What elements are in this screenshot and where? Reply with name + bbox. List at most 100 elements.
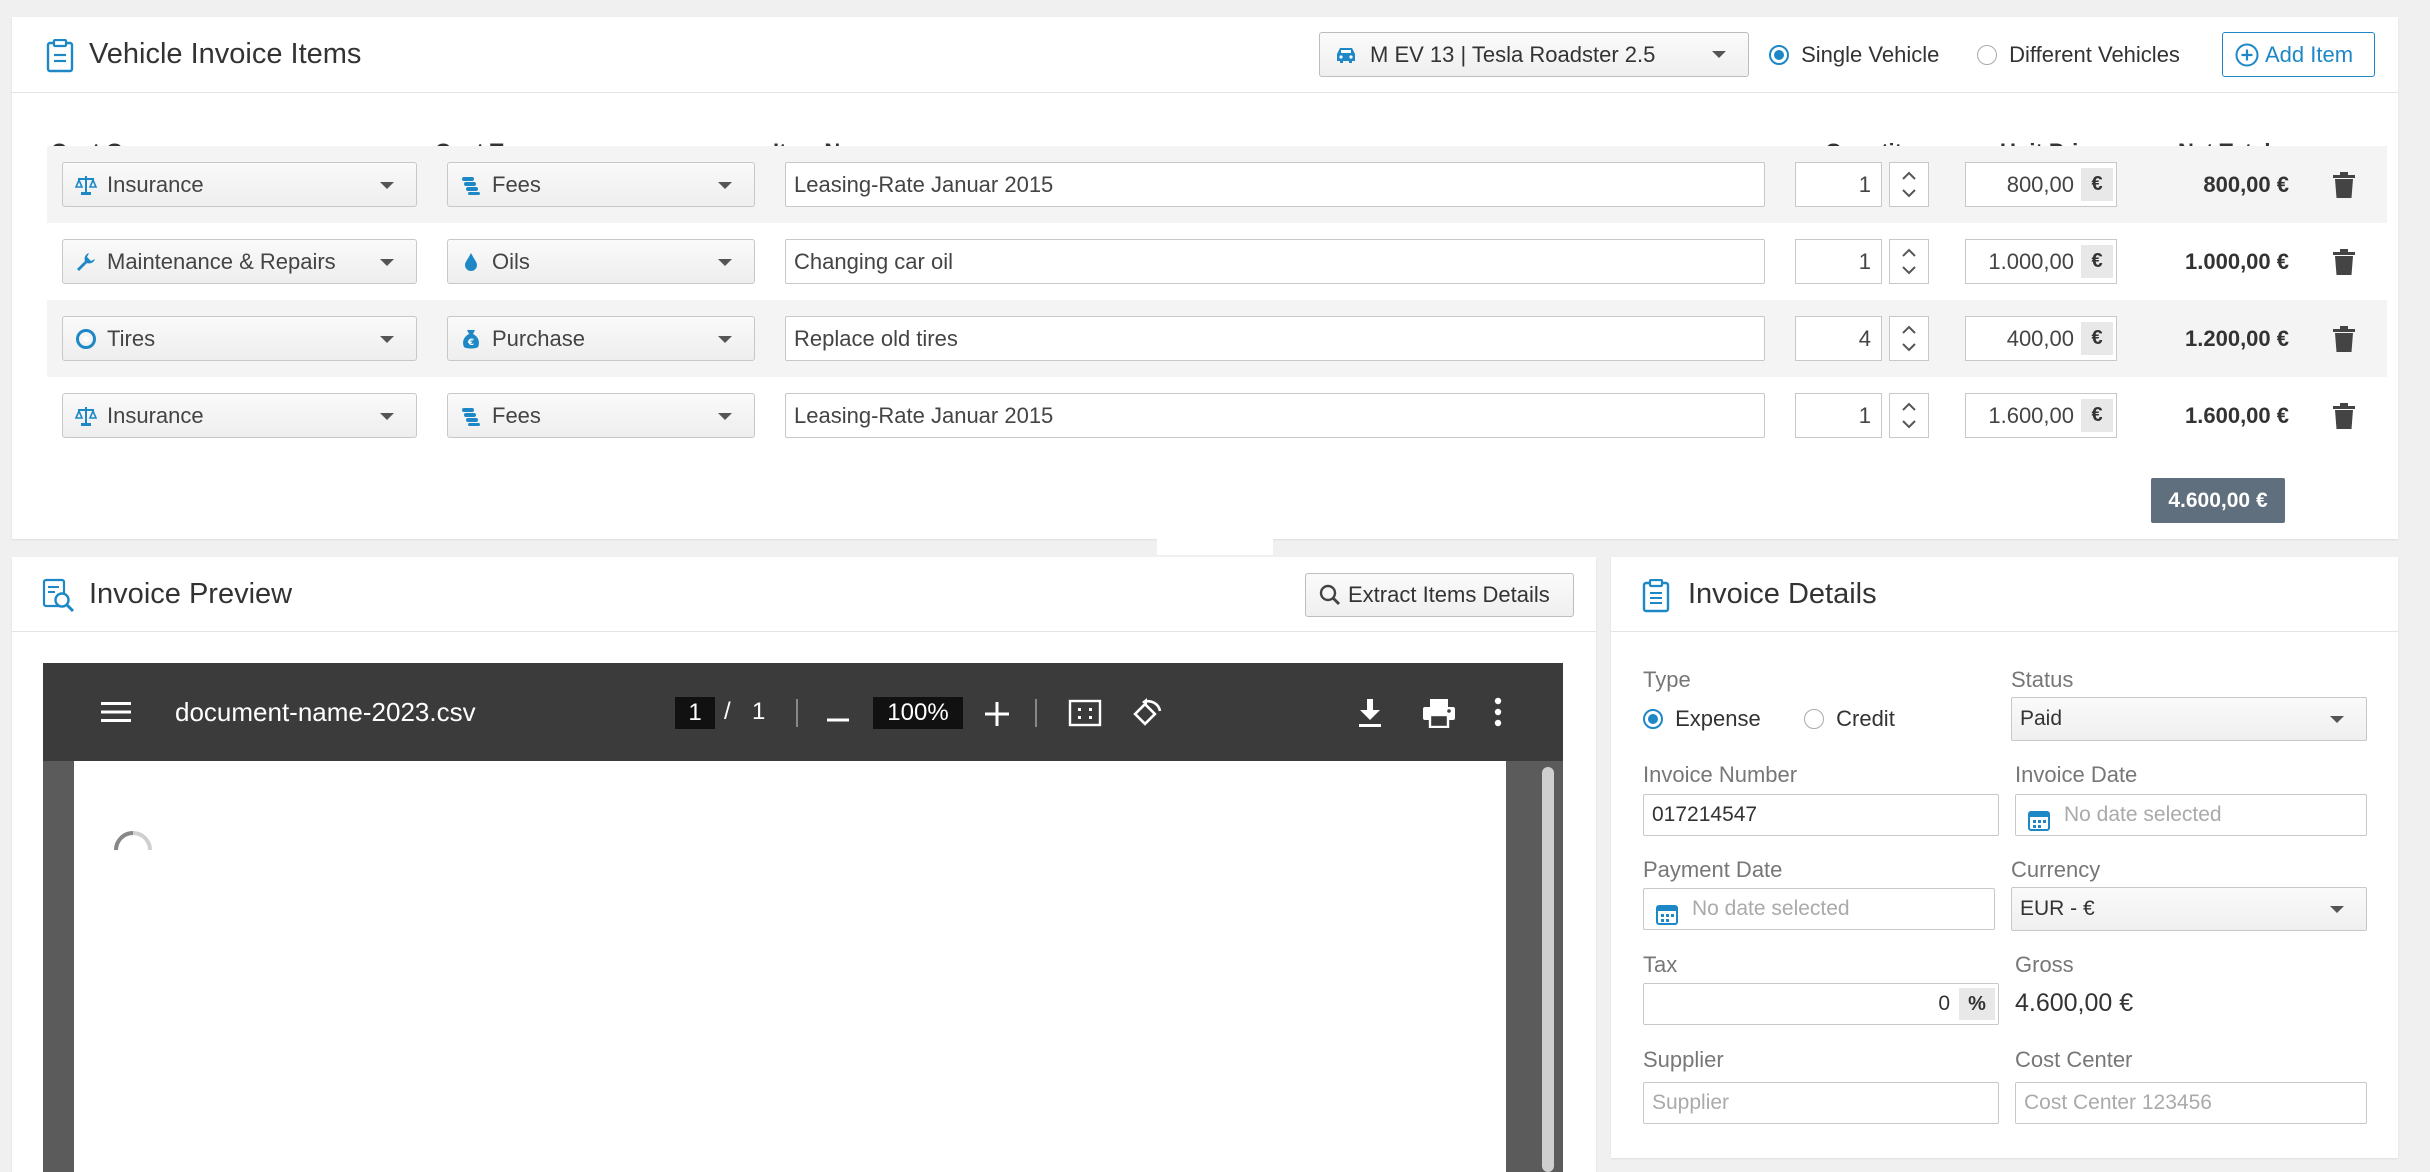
quantity-stepper[interactable] xyxy=(1889,239,1929,284)
trash-icon[interactable] xyxy=(2333,403,2355,434)
type-expense-radio[interactable]: Expense xyxy=(1643,705,1761,732)
extract-items-button[interactable]: Extract Items Details xyxy=(1305,573,1574,617)
tax-label: Tax xyxy=(1643,952,1678,977)
cost-center-field[interactable]: Cost Center 123456 xyxy=(2015,1082,2367,1124)
overlay-patch xyxy=(1157,450,1273,555)
status-select-value: Paid xyxy=(2020,707,2063,730)
pdf-scrollbar[interactable] xyxy=(1542,767,1554,1172)
print-icon[interactable] xyxy=(1422,698,1456,733)
more-options-icon[interactable] xyxy=(1494,697,1502,732)
zoom-out-icon[interactable] xyxy=(827,710,849,728)
cost-group-select[interactable]: Tires xyxy=(62,316,417,361)
quantity-input[interactable]: 4 xyxy=(1795,316,1882,361)
unit-price-input[interactable]: 400,00 € xyxy=(1965,316,2117,361)
cost-group-value: Insurance xyxy=(107,171,204,197)
cost-group-value: Tires xyxy=(107,325,156,351)
invoice-date-placeholder: No date selected xyxy=(2064,803,2222,826)
toolbar-divider xyxy=(796,699,798,727)
net-total-value: 800,00 € xyxy=(2203,172,2289,197)
cost-type-select[interactable]: € Purchase xyxy=(447,316,755,361)
supplier-field[interactable]: Supplier xyxy=(1643,1082,1999,1124)
unit-price-input[interactable]: 1.600,00 € xyxy=(1965,393,2117,438)
vehicle-select[interactable]: M EV 13 | Tesla Roadster 2.5 xyxy=(1319,32,1749,77)
cost-group-select[interactable]: Insurance xyxy=(62,162,417,207)
quantity-input[interactable]: 1 xyxy=(1795,239,1882,284)
radio-single-vehicle[interactable]: Single Vehicle xyxy=(1769,41,1939,68)
pdf-page-separator: / xyxy=(724,698,731,725)
payment-date-placeholder: No date selected xyxy=(1692,897,1850,920)
quantity-stepper[interactable] xyxy=(1889,393,1929,438)
rotate-icon[interactable] xyxy=(1130,697,1164,734)
item-name-input[interactable]: Leasing-Rate Januar 2015 xyxy=(785,162,1765,207)
pdf-page-input[interactable]: 1 xyxy=(675,697,715,729)
search-icon xyxy=(1318,583,1342,607)
zoom-in-icon[interactable] xyxy=(985,702,1009,731)
drop-icon xyxy=(460,251,482,273)
stepper-arrows-icon xyxy=(1890,163,1928,206)
cost-type-value: Purchase xyxy=(492,325,585,351)
car-icon xyxy=(1334,46,1358,64)
download-icon[interactable] xyxy=(1357,697,1383,734)
quantity-stepper[interactable] xyxy=(1889,162,1929,207)
cost-group-select[interactable]: Insurance xyxy=(62,393,417,438)
grand-total-badge: 4.600,00 € xyxy=(2151,478,2285,523)
invoice-items-icon xyxy=(45,38,75,78)
gross-label: Gross xyxy=(2015,952,2074,977)
status-label: Status xyxy=(2011,667,2074,692)
pdf-toolbar: document-name-2023.csv 1 / 1 100% xyxy=(43,663,1563,761)
items-panel-title: Vehicle Invoice Items xyxy=(89,38,362,70)
trash-icon[interactable] xyxy=(2333,172,2355,203)
menu-icon[interactable] xyxy=(101,700,131,729)
cost-group-value: Insurance xyxy=(107,402,204,428)
chevron-down-icon xyxy=(1712,51,1726,58)
unit-price-value: 400,00 xyxy=(2006,326,2074,351)
quantity-input[interactable]: 1 xyxy=(1795,162,1882,207)
coins-icon xyxy=(460,405,482,427)
tax-field[interactable]: 0 % xyxy=(1643,983,1999,1025)
cost-group-select[interactable]: Maintenance & Repairs xyxy=(62,239,417,284)
add-item-button[interactable]: Add Item xyxy=(2222,32,2375,77)
cost-type-select[interactable]: Oils xyxy=(447,239,755,284)
type-expense-label: Expense xyxy=(1675,706,1761,732)
tire-icon xyxy=(75,328,97,350)
unit-price-input[interactable]: 800,00 € xyxy=(1965,162,2117,207)
item-name-input[interactable]: Changing car oil xyxy=(785,239,1765,284)
type-credit-radio[interactable]: Credit xyxy=(1804,705,1895,732)
calendar-icon xyxy=(1656,899,1678,939)
wrench-icon xyxy=(75,251,97,273)
clipboard-list-icon xyxy=(1641,578,1671,618)
cost-type-select[interactable]: Fees xyxy=(447,162,755,207)
quantity-stepper[interactable] xyxy=(1889,316,1929,361)
money-bag-icon: € xyxy=(460,328,482,350)
trash-icon[interactable] xyxy=(2333,326,2355,357)
fit-page-icon[interactable] xyxy=(1068,699,1102,732)
invoice-number-field[interactable]: 017214547 xyxy=(1643,794,1999,836)
unit-price-value: 1.600,00 xyxy=(1988,403,2074,428)
net-total-value: 1.000,00 € xyxy=(2185,249,2289,274)
radio-different-vehicles[interactable]: Different Vehicles xyxy=(1977,41,2180,68)
currency-label: Currency xyxy=(2011,857,2101,882)
invoice-details-panel: Invoice Details Type Expense Credit Stat… xyxy=(1611,557,2398,1158)
vehicle-select-value: M EV 13 | Tesla Roadster 2.5 xyxy=(1370,41,1656,67)
unit-price-value: 1.000,00 xyxy=(1988,249,2074,274)
payment-date-field[interactable]: No date selected xyxy=(1643,888,1995,930)
chevron-down-icon xyxy=(718,413,732,420)
currency-addon: € xyxy=(2081,399,2113,432)
pdf-zoom-input[interactable]: 100% xyxy=(873,697,963,729)
calendar-icon xyxy=(2028,805,2050,845)
cost-type-value: Fees xyxy=(492,402,541,428)
table-row: Tires € Purchase Replace old tires 4 400,00 €1… xyxy=(47,300,2387,377)
cost-type-select[interactable]: Fees xyxy=(447,393,755,438)
gross-value: 4.600,00 € xyxy=(2015,989,2134,1017)
add-item-label: Add Item xyxy=(2265,41,2354,67)
trash-icon[interactable] xyxy=(2333,249,2355,280)
status-select[interactable]: Paid xyxy=(2011,697,2367,741)
quantity-input[interactable]: 1 xyxy=(1795,393,1882,438)
item-name-input[interactable]: Replace old tires xyxy=(785,316,1765,361)
invoice-date-field[interactable]: No date selected xyxy=(2015,794,2367,836)
unit-price-input[interactable]: 1.000,00 € xyxy=(1965,239,2117,284)
preview-header-divider xyxy=(12,631,1596,632)
invoice-number-label: Invoice Number xyxy=(1643,762,1798,787)
item-name-input[interactable]: Leasing-Rate Januar 2015 xyxy=(785,393,1765,438)
currency-select[interactable]: EUR - € xyxy=(2011,887,2367,931)
